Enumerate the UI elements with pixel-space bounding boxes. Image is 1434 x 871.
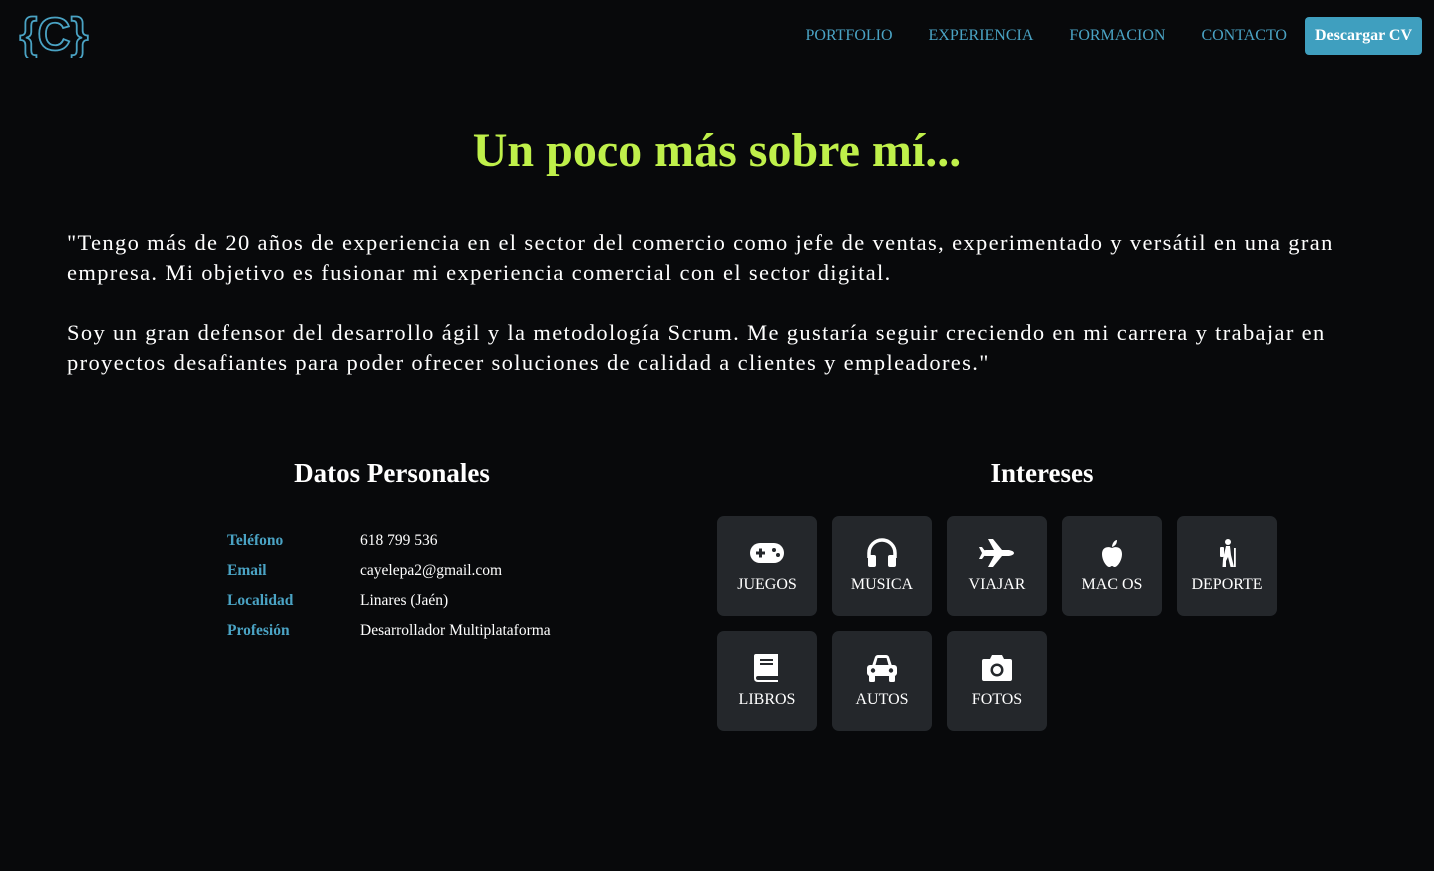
logo[interactable]: {C}	[18, 8, 90, 58]
apple-icon	[1102, 540, 1122, 567]
nav-portfolio[interactable]: PORTFOLIO	[805, 27, 892, 45]
personal-data-list: Teléfono 618 799 536 Email cayelepa2@gma…	[227, 526, 551, 646]
book-icon	[754, 654, 778, 682]
hiking-icon	[1220, 539, 1236, 567]
download-cv-button[interactable]: Descargar CV	[1304, 17, 1422, 55]
interest-label: MAC OS	[1081, 576, 1143, 593]
nav-experiencia[interactable]: EXPERIENCIA	[929, 27, 1034, 45]
main-nav: PORTFOLIO EXPERIENCIA FORMACION CONTACTO…	[805, 17, 1422, 55]
interests-title: Intereses	[990, 458, 1094, 488]
headphones-icon	[867, 538, 897, 567]
plane-icon	[979, 539, 1014, 567]
camera-icon	[982, 655, 1012, 681]
profession-label: Profesión	[227, 622, 290, 639]
page: {C} PORTFOLIO EXPERIENCIA FORMACION CONT…	[0, 0, 1434, 871]
personal-row-profession: Profesión Desarrollador Multiplataforma	[227, 616, 551, 646]
interests-grid: JUEGOS MUSICA VIAJAR MAC OS DEPORTE LIBR…	[717, 516, 1292, 746]
interest-label: AUTOS	[855, 691, 909, 708]
page-title: Un poco más sobre mí...	[472, 124, 962, 177]
interest-card-musica[interactable]: MUSICA	[832, 516, 932, 616]
email-value: cayelepa2@gmail.com	[360, 562, 503, 579]
logo-text: {C}	[19, 8, 88, 58]
interest-card-fotos[interactable]: FOTOS	[947, 631, 1047, 731]
interest-label: FOTOS	[971, 691, 1023, 708]
nav-contacto[interactable]: CONTACTO	[1201, 27, 1287, 45]
interest-card-libros[interactable]: LIBROS	[717, 631, 817, 731]
bio: "Tengo más de 20 años de experiencia en …	[67, 228, 1367, 408]
profession-value: Desarrollador Multiplataforma	[360, 622, 551, 639]
interest-card-deporte[interactable]: DEPORTE	[1177, 516, 1277, 616]
bio-paragraph-2: Soy un gran defensor del desarrollo ágil…	[67, 320, 1326, 375]
phone-label: Teléfono	[227, 532, 284, 549]
interest-card-autos[interactable]: AUTOS	[832, 631, 932, 731]
interest-label: VIAJAR	[968, 576, 1026, 593]
personal-row-email: Email cayelepa2@gmail.com	[227, 556, 551, 586]
personal-row-phone: Teléfono 618 799 536	[227, 526, 551, 556]
interest-card-mac-os[interactable]: MAC OS	[1062, 516, 1162, 616]
personal-data-title: Datos Personales	[294, 458, 490, 488]
interest-card-juegos[interactable]: JUEGOS	[717, 516, 817, 616]
interest-label: MUSICA	[850, 576, 914, 593]
email-label: Email	[227, 562, 267, 579]
bio-paragraph-1: "Tengo más de 20 años de experiencia en …	[67, 230, 1334, 285]
interest-label: DEPORTE	[1191, 576, 1263, 593]
interest-label: LIBROS	[738, 691, 796, 708]
personal-row-location: Localidad Linares (Jaén)	[227, 586, 551, 616]
nav-formacion[interactable]: FORMACION	[1069, 27, 1165, 45]
location-value: Linares (Jaén)	[360, 592, 449, 609]
car-icon	[867, 655, 897, 682]
gamepad-icon	[750, 543, 784, 563]
interest-card-viajar[interactable]: VIAJAR	[947, 516, 1047, 616]
phone-value: 618 799 536	[360, 532, 438, 549]
location-label: Localidad	[227, 592, 294, 609]
interest-label: JUEGOS	[737, 576, 797, 593]
